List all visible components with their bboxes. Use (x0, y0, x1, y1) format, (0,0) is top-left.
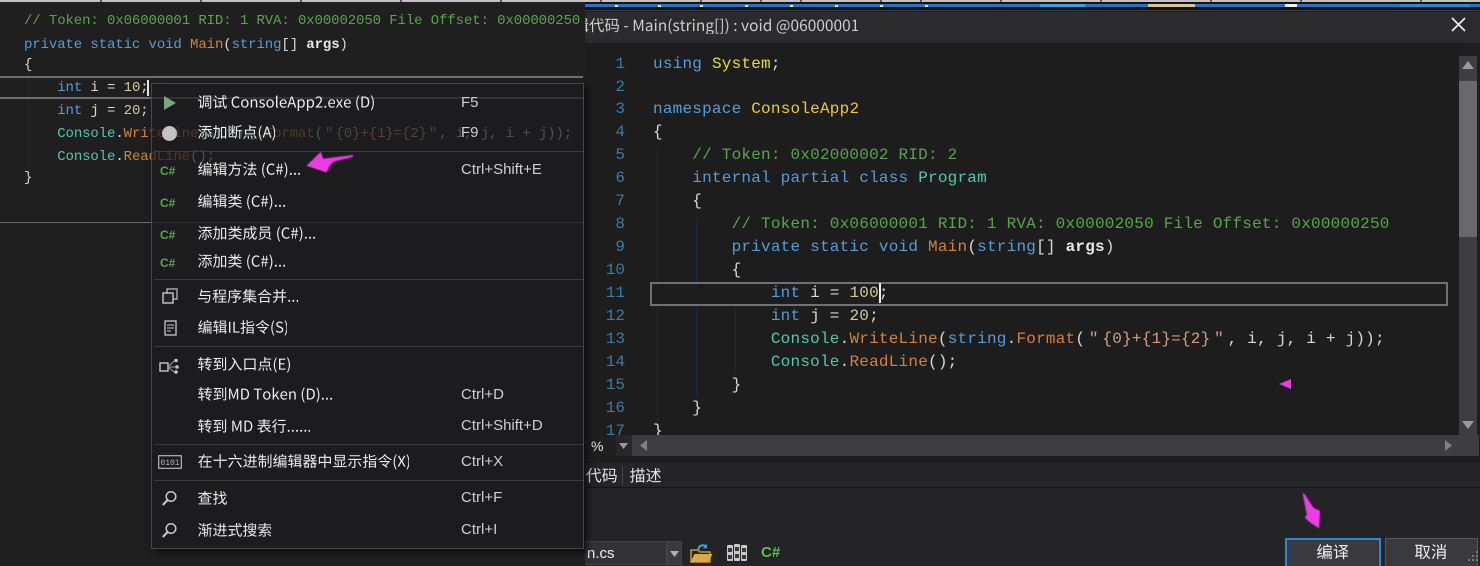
svg-text:0101: 0101 (160, 459, 179, 468)
